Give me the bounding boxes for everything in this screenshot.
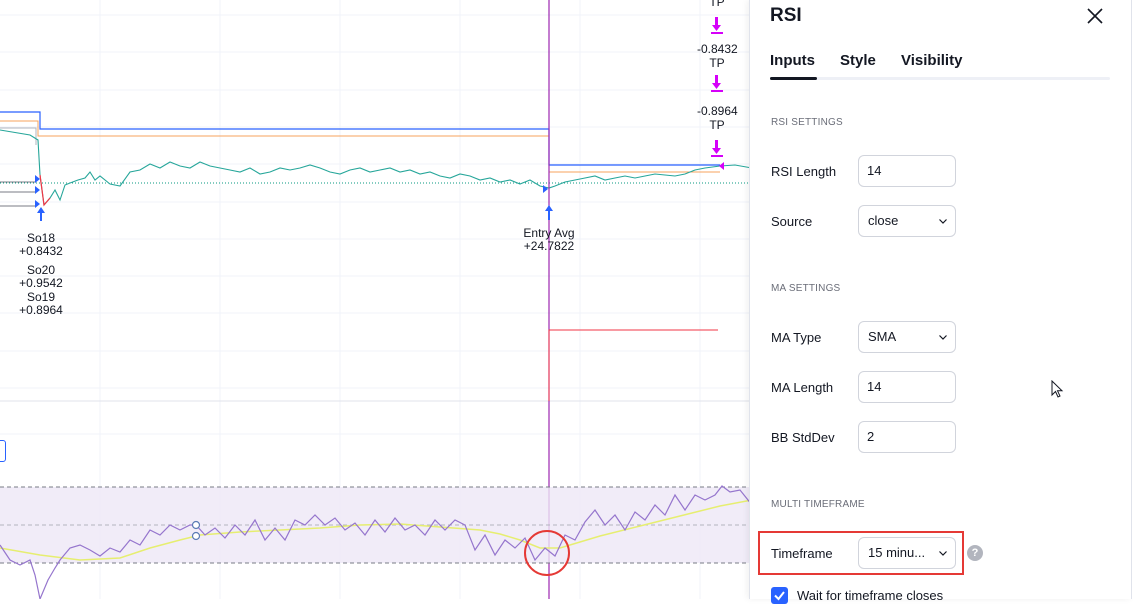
tp-value-label: -0.8964 <box>697 104 738 118</box>
tp-label: TP <box>709 56 725 70</box>
tp-value-label: -0.8432 <box>697 42 738 56</box>
buy-arrow-icon <box>35 175 553 221</box>
timeframe-value: 15 minu... <box>868 545 926 560</box>
chevron-down-icon <box>939 551 947 556</box>
ma-length-input[interactable]: 14 <box>858 371 956 403</box>
chart-canvas[interactable] <box>0 0 752 599</box>
timeframe-label: Timeframe <box>771 546 833 561</box>
tab-inputs[interactable]: Inputs <box>770 52 815 69</box>
source-label: Source <box>771 214 813 229</box>
timeframe-select[interactable]: 15 minu... <box>858 537 956 569</box>
trade-label-so18: So18 +0.8432 <box>19 231 63 258</box>
price-series <box>0 129 752 207</box>
source-select[interactable]: close <box>858 205 956 237</box>
mouse-cursor-icon <box>1051 380 1064 398</box>
ma-type-label: MA Type <box>771 330 822 345</box>
bb-stddev-value: 2 <box>867 429 875 444</box>
rsi-length-label: RSI Length <box>771 164 837 179</box>
tab-list: Inputs Style Visibility <box>770 48 1112 80</box>
trade-label-so20: So20 +0.9542 <box>19 263 63 290</box>
dialog-title: RSI <box>770 5 802 26</box>
chevron-down-icon <box>939 335 947 340</box>
wait-timeframe-label: Wait for timeframe closes <box>797 588 944 603</box>
tp-arrow-icon <box>711 17 724 170</box>
tp-label: TP <box>709 118 725 132</box>
ma-length-value: 14 <box>867 379 882 394</box>
right-edge-panel <box>1131 0 1141 599</box>
section-multi-timeframe: MULTI TIMEFRAME <box>771 499 865 510</box>
bb-stddev-input[interactable]: 2 <box>858 421 956 453</box>
help-icon[interactable]: ? <box>967 545 983 561</box>
rsi-length-value: 14 <box>867 163 882 178</box>
trade-label-entry: Entry Avg +24.7822 <box>523 226 575 253</box>
pane-toggle-button[interactable] <box>0 440 6 462</box>
indicator-settings-dialog: RSI Inputs Style Visibility RSI SETTINGS… <box>749 0 1132 604</box>
chart-area[interactable]: So18 +0.8432 So20 +0.9542 So19 +0.8964 Entr… <box>0 0 752 599</box>
ma-length-label: MA Length <box>771 380 834 395</box>
ma-type-value: SMA <box>868 329 897 344</box>
bb-stddev-label: BB StdDev <box>771 430 835 445</box>
section-rsi-settings: RSI SETTINGS <box>771 117 843 128</box>
wait-timeframe-checkbox[interactable] <box>771 587 788 604</box>
trade-label-so19: So19 +0.8964 <box>19 290 63 317</box>
close-icon[interactable] <box>1083 4 1107 28</box>
chevron-down-icon <box>939 219 947 224</box>
ma-type-select[interactable]: SMA <box>858 321 956 353</box>
rsi-length-input[interactable]: 14 <box>858 155 956 187</box>
red-level-line <box>548 329 718 401</box>
tp-label: TP <box>709 0 725 9</box>
blue-level-line <box>0 111 720 166</box>
section-ma-settings: MA SETTINGS <box>771 283 841 294</box>
source-value: close <box>868 213 899 228</box>
tab-visibility[interactable]: Visibility <box>901 52 962 69</box>
check-icon <box>774 591 785 601</box>
tab-style[interactable]: Style <box>840 52 876 69</box>
